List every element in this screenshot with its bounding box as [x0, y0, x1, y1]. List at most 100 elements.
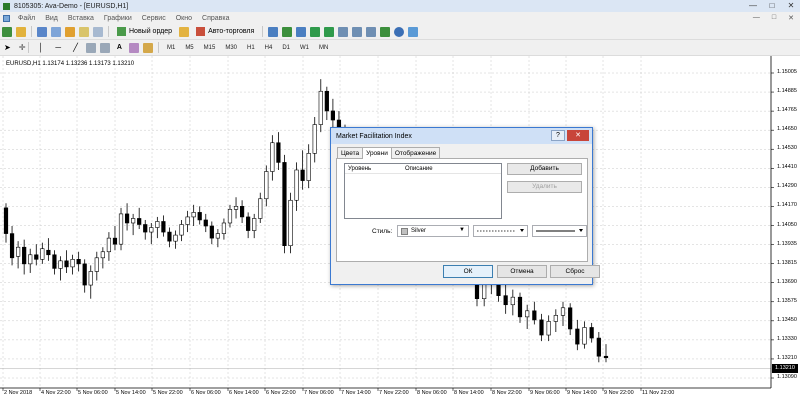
- price-tick-label: 1.13690: [777, 278, 797, 285]
- timeframe-d1[interactable]: D1: [278, 43, 294, 53]
- candle: [294, 162, 299, 211]
- timeframe-h4[interactable]: H4: [261, 43, 277, 53]
- navigator-icon[interactable]: [65, 26, 75, 37]
- solid-line-icon: [536, 229, 583, 232]
- delete-level-button[interactable]: Удалить: [507, 181, 582, 193]
- candle: [221, 218, 227, 240]
- menu-help[interactable]: Справка: [197, 15, 234, 22]
- chart-shift-icon[interactable]: [352, 26, 363, 37]
- trendline-icon[interactable]: ╱: [73, 43, 78, 52]
- menu-file[interactable]: Файл: [13, 15, 40, 22]
- menu-insert[interactable]: Вставка: [63, 15, 99, 22]
- indicators-icon[interactable]: [380, 26, 391, 37]
- minimize-button[interactable]: —: [748, 1, 758, 11]
- profiles-icon[interactable]: [16, 26, 26, 37]
- candle-body-bear: [589, 327, 594, 339]
- timeframe-m1[interactable]: M1: [163, 43, 179, 53]
- candlesticks-icon[interactable]: [282, 26, 293, 37]
- candle: [312, 116, 317, 163]
- reset-button[interactable]: Сброс: [550, 265, 600, 278]
- candle-body-bear: [82, 263, 87, 286]
- new-chart-icon[interactable]: [2, 26, 12, 37]
- timeframe-w1[interactable]: W1: [296, 43, 313, 53]
- candle-body-bull: [510, 296, 515, 306]
- levels-list[interactable]: Уровень Описание: [344, 163, 502, 219]
- toolbar-separator: [108, 26, 109, 37]
- chart-window-icon[interactable]: [3, 14, 10, 22]
- market-watch-icon[interactable]: [37, 26, 47, 37]
- line-style-select[interactable]: [473, 225, 528, 237]
- menu-bar: Файл Вид Вставка Графики Сервис Окно Спр…: [0, 12, 800, 24]
- add-level-button[interactable]: Добавить: [507, 163, 582, 175]
- candle: [94, 251, 99, 281]
- timeframe-h1[interactable]: H1: [243, 43, 259, 53]
- ok-button[interactable]: ОК: [443, 265, 493, 278]
- color-value: Silver: [411, 228, 427, 234]
- style-label: Стиль:: [372, 228, 393, 235]
- candle-body-bear: [603, 355, 609, 359]
- candle: [185, 210, 190, 233]
- timeframe-m30[interactable]: M30: [221, 43, 241, 53]
- column-description[interactable]: Описание: [403, 166, 433, 172]
- candle-body-bear: [517, 296, 523, 318]
- timeframe-m5[interactable]: M5: [181, 43, 197, 53]
- candle: [3, 203, 9, 243]
- tab-visualization[interactable]: Отображение: [390, 147, 441, 158]
- mdi-minimize-button[interactable]: —: [753, 14, 760, 22]
- new-order-button[interactable]: Новый ордер: [114, 25, 175, 38]
- candle-body-bear: [52, 254, 57, 269]
- candle: [539, 313, 544, 342]
- menu-view[interactable]: Вид: [40, 15, 63, 22]
- arrows-icon[interactable]: [142, 42, 153, 53]
- terminal-icon[interactable]: [79, 26, 89, 37]
- candle-body-bear: [239, 206, 245, 218]
- vertical-line-icon[interactable]: │: [38, 43, 43, 52]
- auto-trading-button[interactable]: Авто-торговля: [193, 25, 257, 38]
- time-tick-label: 6 Nov 06:00: [191, 390, 221, 396]
- price-tick-label: 1.14765: [777, 107, 797, 114]
- bar-chart-icon[interactable]: [268, 26, 279, 37]
- candle: [503, 283, 508, 314]
- horizontal-line-icon[interactable]: ─: [55, 43, 61, 52]
- tile-windows-icon[interactable]: [338, 26, 349, 37]
- tester-icon[interactable]: [93, 26, 103, 37]
- crosshair-icon[interactable]: ✛: [19, 43, 26, 52]
- zoom-out-icon[interactable]: [324, 26, 335, 37]
- cursor-icon[interactable]: ➤: [4, 43, 11, 52]
- mdi-close-button[interactable]: ✕: [788, 14, 794, 22]
- candle-body-bull: [264, 171, 269, 200]
- maximize-button[interactable]: □: [767, 1, 777, 11]
- tab-colors[interactable]: Цвета: [337, 147, 364, 158]
- line-chart-icon[interactable]: [296, 26, 307, 37]
- column-level[interactable]: Уровень: [345, 166, 403, 172]
- tab-levels[interactable]: Уровни: [362, 147, 392, 159]
- periods-icon[interactable]: [394, 26, 405, 37]
- close-button[interactable]: ✕: [786, 1, 796, 11]
- text-tool-icon[interactable]: A: [117, 44, 122, 51]
- line-width-select[interactable]: [532, 225, 587, 237]
- timeframe-mn[interactable]: MN: [315, 43, 332, 53]
- menu-window[interactable]: Окно: [171, 15, 197, 22]
- auto-scroll-icon[interactable]: [366, 26, 377, 37]
- mdi-restore-button[interactable]: □: [772, 14, 776, 22]
- dialog-help-button[interactable]: ?: [551, 130, 565, 141]
- menu-tools[interactable]: Сервис: [137, 15, 171, 22]
- zoom-in-icon[interactable]: [310, 26, 321, 37]
- text-label-icon[interactable]: [128, 42, 139, 53]
- price-tick-label: 1.13935: [777, 240, 797, 247]
- dialog-close-button[interactable]: ✕: [567, 130, 589, 141]
- menu-charts[interactable]: Графики: [99, 15, 137, 22]
- candle: [143, 219, 148, 240]
- color-select[interactable]: Silver ▼: [397, 225, 469, 237]
- candle: [58, 256, 63, 281]
- candle-body-bear: [124, 213, 130, 224]
- data-window-icon[interactable]: [51, 26, 61, 37]
- fibonacci-icon[interactable]: [99, 42, 110, 53]
- equidistant-channel-icon[interactable]: [85, 42, 96, 53]
- timeframe-m15[interactable]: M15: [200, 43, 220, 53]
- metaeditor-icon[interactable]: [179, 26, 190, 37]
- price-tick-label: 1.14170: [777, 202, 797, 209]
- cancel-button[interactable]: Отмена: [497, 265, 547, 278]
- price-tick-label: 1.14885: [777, 88, 797, 95]
- templates-icon[interactable]: [408, 26, 419, 37]
